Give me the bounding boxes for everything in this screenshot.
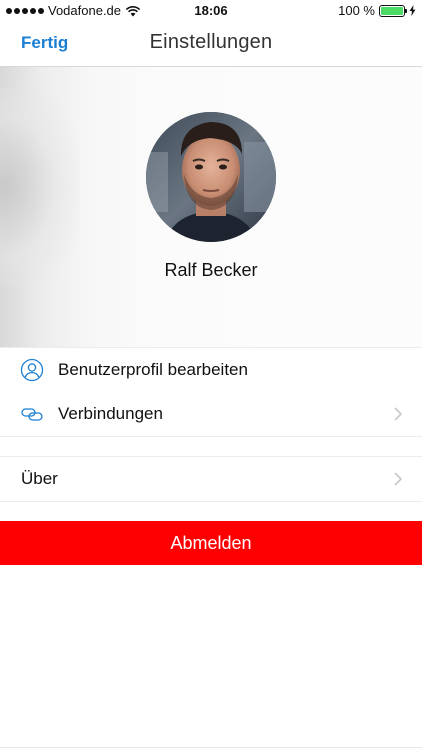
chevron-right-icon <box>394 407 402 421</box>
charging-bolt-icon <box>409 5 416 16</box>
user-outline-icon <box>20 358 44 382</box>
avatar[interactable] <box>146 112 276 242</box>
link-chain-icon <box>21 408 43 421</box>
menu-item-label: Benutzerprofil bearbeiten <box>58 360 248 379</box>
divider <box>0 747 422 748</box>
profile-header: Ralf Becker <box>0 67 422 347</box>
battery-fill <box>381 6 403 15</box>
menu-item-label: Über <box>21 469 58 488</box>
battery-percent: 100 % <box>338 3 375 18</box>
profile-name: Ralf Becker <box>164 260 258 280</box>
battery-icon <box>379 4 407 17</box>
status-bar: Vodafone.de 18:06 100 % <box>0 0 422 22</box>
status-bar-right: 100 % <box>338 3 416 18</box>
menu-item-connections[interactable]: Verbindungen <box>0 392 422 436</box>
avatar-photo <box>146 112 276 242</box>
logout-button[interactable]: Abmelden <box>0 521 422 565</box>
navigation-bar: Fertig Einstellungen <box>0 22 422 67</box>
background-blur <box>0 87 80 287</box>
settings-menu: Benutzerprofil bearbeiten Verbindungen <box>0 347 422 437</box>
page-title: Einstellungen <box>149 31 273 53</box>
menu-item-label: Verbindungen <box>58 404 163 423</box>
menu-item-about[interactable]: Über <box>0 456 422 502</box>
chevron-right-icon <box>394 472 402 486</box>
menu-item-edit-profile[interactable]: Benutzerprofil bearbeiten <box>0 348 422 392</box>
